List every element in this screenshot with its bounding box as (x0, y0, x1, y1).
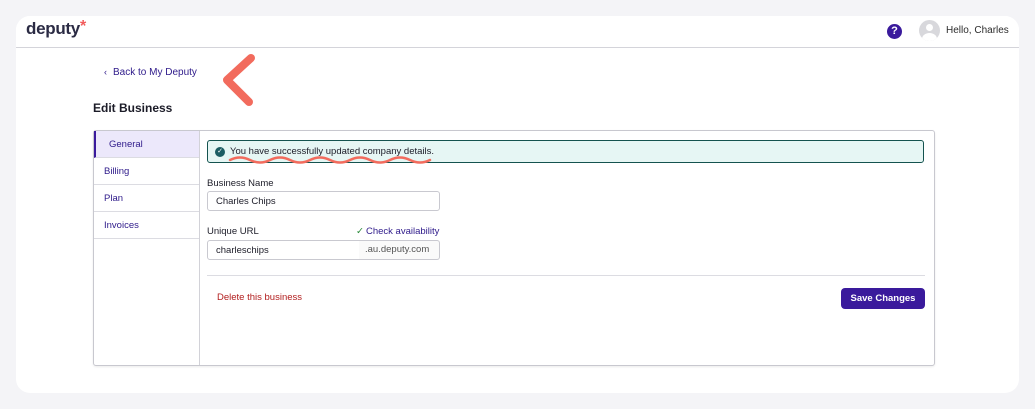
unique-url-input[interactable] (207, 240, 360, 260)
chevron-left-icon: ‹ (104, 67, 107, 77)
delete-business-link[interactable]: Delete this business (217, 292, 302, 303)
divider (207, 275, 925, 276)
logo-asterisk-icon: * (79, 18, 86, 35)
top-bar: deputy* ? Hello, Charles (16, 16, 1019, 48)
help-icon[interactable]: ? (887, 24, 902, 39)
check-availability-label: Check availability (365, 226, 440, 237)
business-name-label: Business Name (207, 178, 274, 189)
check-availability-link[interactable]: ✓ Check availability (356, 226, 439, 237)
annotation-arrow-icon (223, 54, 255, 106)
annotation-squiggle-icon (228, 156, 432, 164)
settings-sidebar: General Billing Plan Invoices (94, 131, 200, 365)
save-changes-button[interactable]: Save Changes (841, 288, 925, 309)
back-link[interactable]: ‹ Back to My Deputy (104, 67, 197, 78)
check-circle-icon: ✓ (215, 147, 225, 157)
app-window: deputy* ? Hello, Charles ‹ Back to My Dep… (16, 16, 1019, 393)
logo-text: deputy (26, 19, 80, 38)
sidebar-item-general[interactable]: General (94, 131, 199, 158)
sidebar-item-plan[interactable]: Plan (94, 185, 199, 212)
unique-url-label: Unique URL (207, 226, 259, 237)
business-name-input[interactable] (207, 191, 440, 211)
sidebar-item-billing[interactable]: Billing (94, 158, 199, 185)
user-greeting[interactable]: Hello, Charles (946, 25, 1009, 36)
avatar[interactable] (919, 20, 940, 41)
sidebar-item-invoices[interactable]: Invoices (94, 212, 199, 239)
checkmark-icon: ✓ (356, 226, 364, 237)
deputy-logo[interactable]: deputy* (26, 18, 86, 39)
settings-panel: General Billing Plan Invoices ✓ You have… (93, 130, 935, 366)
page-title: Edit Business (93, 101, 173, 115)
url-suffix: .au.deputy.com (359, 240, 440, 260)
back-link-label: Back to My Deputy (113, 67, 197, 78)
